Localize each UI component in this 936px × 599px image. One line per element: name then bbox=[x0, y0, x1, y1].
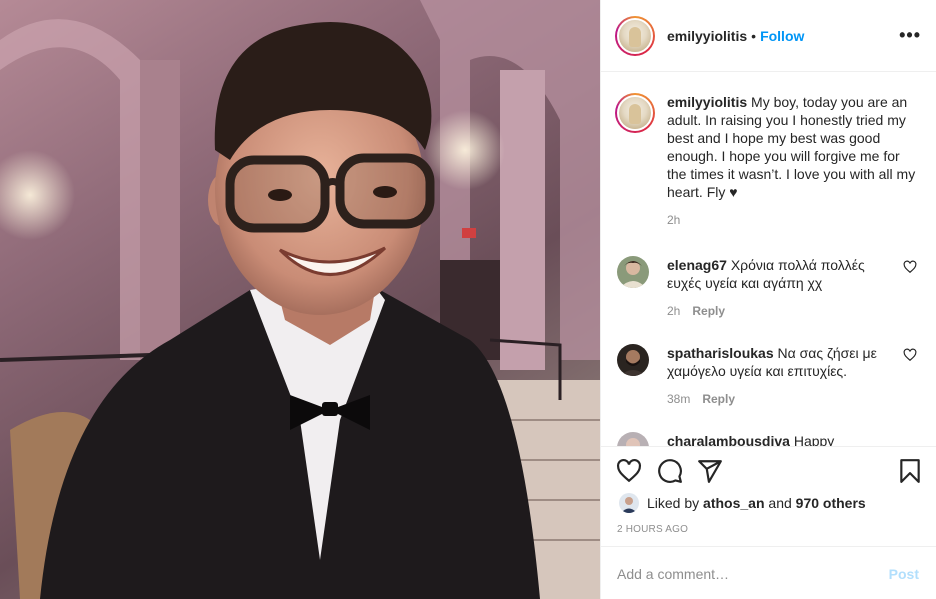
comment-time[interactable]: 2h bbox=[667, 304, 680, 318]
reply-button[interactable]: Reply bbox=[692, 304, 725, 318]
commenter-avatar[interactable] bbox=[617, 344, 649, 376]
comment-username[interactable]: spatharisloukas bbox=[667, 345, 774, 361]
comment-like-icon[interactable] bbox=[903, 348, 917, 362]
comment-meta: 2h Reply bbox=[667, 304, 923, 318]
comments-list[interactable]: emilyyiolitis My boy, today you are an a… bbox=[601, 73, 936, 446]
post-header: emilyyiolitis • Follow ••• bbox=[601, 0, 936, 72]
likes-count[interactable]: 970 others bbox=[796, 495, 866, 511]
comment-item: elenag67 Χρόνια πολλά πολλές ευχές υγεία… bbox=[617, 256, 923, 318]
commenter-avatar[interactable] bbox=[617, 256, 649, 288]
commenter-avatar[interactable] bbox=[617, 432, 649, 446]
caption-username[interactable]: emilyyiolitis bbox=[667, 94, 747, 110]
post-photo-illustration bbox=[0, 0, 600, 599]
bookmark-icon[interactable] bbox=[897, 458, 923, 484]
caption-text: emilyyiolitis My boy, today you are an a… bbox=[667, 93, 923, 201]
comment-item: spatharisloukas Να σας ζήσει με χαμόγελο… bbox=[617, 344, 923, 406]
paper-plane-icon[interactable] bbox=[697, 458, 723, 484]
comment-text: charalambousdiva Happy bbox=[667, 432, 893, 446]
likes-middle: and bbox=[768, 495, 792, 511]
comment-text: spatharisloukas Να σας ζήσει με χαμόγελο… bbox=[667, 344, 893, 380]
post-side-panel: emilyyiolitis • Follow ••• emilyyiolitis… bbox=[600, 0, 936, 599]
author-avatar[interactable] bbox=[615, 15, 655, 56]
follow-button[interactable]: Follow bbox=[760, 28, 804, 44]
caption-time[interactable]: 2h bbox=[667, 213, 923, 227]
comment-text: elenag67 Χρόνια πολλά πολλές ευχές υγεία… bbox=[667, 256, 893, 292]
post-caption: emilyyiolitis My boy, today you are an a… bbox=[615, 93, 923, 227]
liker-avatar[interactable] bbox=[619, 493, 639, 513]
comment-bubble-icon[interactable] bbox=[657, 458, 683, 484]
comment-body: Happy bbox=[789, 433, 835, 446]
post-actions: Liked by athos_an and 970 others 2 HOURS… bbox=[601, 446, 936, 546]
comment-username[interactable]: charalambousdiva bbox=[667, 433, 790, 446]
post-photo[interactable] bbox=[0, 0, 600, 599]
reply-button[interactable]: Reply bbox=[702, 392, 735, 406]
add-comment-bar: Post bbox=[601, 546, 936, 599]
comment-item: charalambousdiva Happy bbox=[617, 432, 923, 446]
likes-prefix: Liked by bbox=[647, 495, 700, 511]
add-comment-input[interactable] bbox=[617, 563, 867, 585]
post-timestamp[interactable]: 2 HOURS AGO bbox=[617, 524, 688, 535]
comment-username[interactable]: elenag67 bbox=[667, 257, 727, 273]
author-username[interactable]: emilyyiolitis bbox=[667, 28, 747, 44]
more-options-icon[interactable]: ••• bbox=[899, 26, 921, 44]
post-comment-button[interactable]: Post bbox=[889, 566, 919, 582]
header-separator: • bbox=[751, 27, 757, 44]
likes-summary: Liked by athos_an and 970 others bbox=[619, 493, 866, 513]
comment-like-icon[interactable] bbox=[903, 260, 917, 274]
comment-time[interactable]: 38m bbox=[667, 392, 690, 406]
comment-meta: 38m Reply bbox=[667, 392, 923, 406]
heart-outline-icon[interactable] bbox=[616, 458, 642, 484]
liker-username[interactable]: athos_an bbox=[703, 495, 764, 511]
caption-author-avatar[interactable] bbox=[615, 93, 655, 133]
